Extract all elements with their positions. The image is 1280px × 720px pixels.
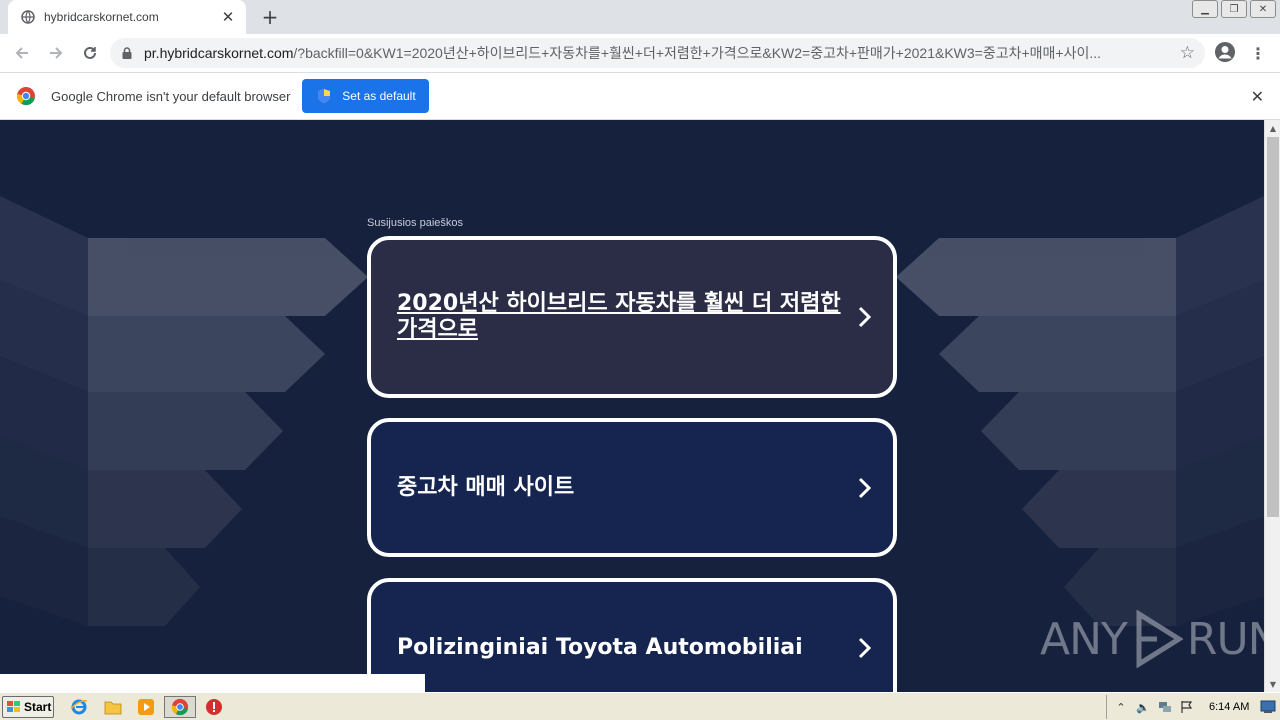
play-logo-icon	[1136, 610, 1183, 668]
show-desktop-icon[interactable]	[1260, 699, 1276, 713]
start-button[interactable]: Start	[2, 695, 54, 718]
kebab-menu-icon[interactable]: ⋮	[1250, 41, 1266, 65]
page-content: Susijusios paieškos 2020년산 하이브리드 자동차를 훨씬…	[0, 120, 1264, 692]
browser-toolbar: pr.hybridcarskornet.com/?backfill=0&KW1=…	[0, 34, 1280, 72]
infobar-message: Google Chrome isn't your default browser	[51, 88, 291, 104]
lock-icon[interactable]	[120, 46, 134, 60]
start-label: Start	[24, 699, 52, 714]
windows-flag-icon	[6, 700, 22, 714]
vertical-scrollbar[interactable]: ▲ ▼	[1264, 120, 1280, 692]
file-explorer-icon[interactable]	[104, 698, 122, 716]
internet-explorer-icon[interactable]	[70, 698, 88, 716]
url-host: pr.hybridcarskornet.com	[144, 45, 294, 61]
watermark-right-text: RUN	[1186, 613, 1264, 665]
volume-icon[interactable]: 🔈	[1135, 699, 1151, 715]
media-player-icon[interactable]	[137, 698, 155, 716]
reload-icon[interactable]	[74, 37, 106, 69]
status-bubble	[0, 674, 425, 692]
window-close-icon[interactable]: ✕	[1250, 0, 1276, 18]
window-controls: ▁ ❐ ✕	[1189, 0, 1276, 18]
forward-arrow-icon[interactable]	[40, 37, 72, 69]
back-arrow-icon[interactable]	[6, 37, 38, 69]
tab-strip: hybridcarskornet.com ✕ + ▁ ❐ ✕	[0, 0, 1280, 34]
search-link-card-1[interactable]: 2020년산 하이브리드 자동차를 훨씬 더 저렴한 가격으로	[367, 236, 897, 398]
windows-taskbar: Start ⌃ 🔈 6:14 AM	[0, 692, 1280, 720]
url-path: /?backfill=0&KW1=2020년산+하이브리드+자동차를+훨씬+더+…	[293, 45, 1102, 61]
chrome-logo-icon	[16, 86, 36, 106]
chevron-right-icon	[858, 637, 872, 658]
anyrun-watermark: ANY RUN	[1040, 610, 1264, 668]
search-link-card-2[interactable]: 중고차 매매 사이트	[367, 418, 897, 557]
chevron-right-icon	[858, 306, 872, 328]
browser-tab[interactable]: hybridcarskornet.com ✕	[8, 0, 246, 34]
new-tab-button[interactable]: +	[258, 5, 282, 29]
restore-icon[interactable]: ❐	[1221, 0, 1247, 18]
taskbar-clock[interactable]: 6:14 AM	[1209, 701, 1249, 713]
network-icon[interactable]	[1157, 699, 1173, 715]
stop-sign-icon[interactable]	[205, 698, 223, 716]
search-link-label[interactable]: Polizinginiai Toyota Automobiliai	[397, 635, 803, 661]
set-as-default-button[interactable]: Set as default	[302, 79, 430, 113]
tab-title: hybridcarskornet.com	[44, 10, 159, 24]
search-link-label[interactable]: 2020년산 하이브리드 자동차를 훨씬 더 저렴한 가격으로	[397, 291, 845, 343]
shield-icon	[316, 88, 332, 104]
system-tray: ⌃ 🔈 6:14 AM	[1106, 695, 1280, 719]
scroll-down-arrow-icon[interactable]: ▼	[1265, 676, 1280, 692]
minimize-icon[interactable]: ▁	[1192, 0, 1218, 18]
tray-expand-icon[interactable]: ⌃	[1113, 699, 1129, 715]
set-as-default-label: Set as default	[342, 89, 416, 103]
tab-close-icon[interactable]: ✕	[220, 8, 236, 26]
infobar-close-icon[interactable]: ✕	[1251, 87, 1264, 106]
default-browser-infobar: Google Chrome isn't your default browser…	[0, 72, 1280, 120]
scrollbar-thumb[interactable]	[1267, 137, 1279, 517]
chrome-icon[interactable]	[171, 698, 189, 716]
globe-icon	[20, 9, 36, 25]
search-link-label[interactable]: 중고차 매매 사이트	[397, 475, 574, 501]
profile-avatar-icon[interactable]	[1214, 41, 1238, 65]
watermark-left-text: ANY	[1040, 613, 1128, 665]
search-link-card-3[interactable]: Polizinginiai Toyota Automobiliai	[367, 578, 897, 692]
scroll-up-arrow-icon[interactable]: ▲	[1265, 120, 1280, 136]
url-text[interactable]: pr.hybridcarskornet.com/?backfill=0&KW1=…	[144, 43, 1164, 63]
chevron-right-icon	[858, 477, 872, 498]
address-bar[interactable]: pr.hybridcarskornet.com/?backfill=0&KW1=…	[110, 38, 1205, 68]
action-center-flag-icon[interactable]	[1179, 699, 1195, 715]
related-searches-heading: Susijusios paieškos	[367, 217, 463, 229]
bookmark-star-icon[interactable]: ☆	[1180, 43, 1195, 63]
